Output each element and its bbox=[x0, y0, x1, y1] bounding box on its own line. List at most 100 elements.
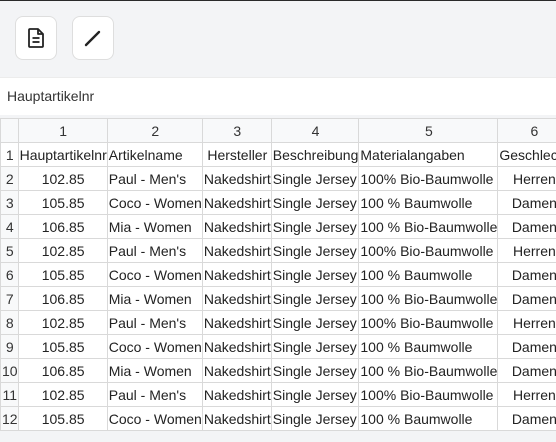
grid-cell[interactable]: 106.85 bbox=[17, 214, 108, 239]
grid-cell[interactable]: 102.85 bbox=[17, 238, 108, 263]
grid-cell[interactable]: 100% Bio-Baumwolle bbox=[358, 382, 499, 407]
row-header[interactable]: 11 bbox=[0, 382, 19, 407]
grid-cell[interactable]: Artikelname bbox=[106, 142, 203, 167]
grid-cell[interactable]: Nakedshirt bbox=[201, 382, 272, 407]
edit-button[interactable] bbox=[72, 16, 114, 60]
grid-cell[interactable]: Nakedshirt bbox=[201, 238, 272, 263]
grid-cell[interactable]: Single Jersey bbox=[270, 310, 360, 335]
grid-cell[interactable]: Materialangaben bbox=[358, 142, 499, 167]
grid-cell[interactable]: Single Jersey bbox=[270, 262, 360, 287]
grid-cell[interactable]: Single Jersey bbox=[270, 286, 360, 311]
grid-cell[interactable]: Paul - Men's bbox=[106, 310, 203, 335]
grid-cell[interactable]: 106.85 bbox=[17, 358, 108, 383]
grid-cell[interactable]: Mia - Women bbox=[106, 358, 203, 383]
grid-cell[interactable]: Paul - Men's bbox=[106, 166, 203, 191]
grid-cell[interactable]: 105.85 bbox=[17, 190, 108, 215]
column-header[interactable]: 4 bbox=[270, 118, 360, 143]
grid-cell[interactable]: 102.85 bbox=[17, 166, 108, 191]
grid-cell[interactable]: Nakedshirt bbox=[201, 358, 272, 383]
grid-cell[interactable]: Nakedshirt bbox=[201, 334, 272, 359]
row-header[interactable]: 7 bbox=[0, 286, 19, 311]
document-button[interactable] bbox=[15, 16, 57, 60]
grid-cell[interactable]: Beschreibung bbox=[270, 142, 360, 167]
grid-cell[interactable]: Paul - Men's bbox=[106, 382, 203, 407]
grid-cell[interactable]: Damen bbox=[497, 406, 556, 431]
grid-cell[interactable]: 100 % Bio-Baumwolle bbox=[358, 214, 499, 239]
grid-cell[interactable]: Damen bbox=[497, 262, 556, 287]
grid-cell[interactable]: 100% Bio-Baumwolle bbox=[358, 166, 499, 191]
spreadsheet-grid: 1 2 3 4 5 6 1 Hauptartikelnr Artikelname He… bbox=[0, 118, 556, 431]
grid-cell[interactable]: Coco - Women bbox=[106, 334, 203, 359]
grid-cell[interactable]: 100 % Baumwolle bbox=[358, 406, 499, 431]
row-header[interactable]: 3 bbox=[0, 190, 19, 215]
grid-cell[interactable]: 106.85 bbox=[17, 286, 108, 311]
grid-cell[interactable]: Damen bbox=[497, 214, 556, 239]
grid-cell[interactable]: Nakedshirt bbox=[201, 190, 272, 215]
grid-cell[interactable]: Coco - Women bbox=[106, 190, 203, 215]
grid-cell[interactable]: Single Jersey bbox=[270, 238, 360, 263]
grid-cell[interactable]: Hersteller bbox=[201, 142, 272, 167]
column-header[interactable]: 5 bbox=[358, 118, 499, 143]
table-row: 6 105.85 Coco - Women Nakedshirt Single Jers… bbox=[0, 262, 556, 287]
grid-cell[interactable]: Coco - Women bbox=[106, 262, 203, 287]
grid-cell[interactable]: Single Jersey bbox=[270, 358, 360, 383]
grid-cell[interactable]: 100% Bio-Baumwolle bbox=[358, 238, 499, 263]
row-header[interactable]: 12 bbox=[0, 406, 19, 431]
grid-cell[interactable]: Coco - Women bbox=[106, 406, 203, 431]
grid-cell[interactable]: Nakedshirt bbox=[201, 406, 272, 431]
table-row: 3 105.85 Coco - Women Nakedshirt Single Jers… bbox=[0, 190, 556, 215]
grid-cell[interactable]: Hauptartikelnr bbox=[17, 142, 108, 167]
column-header[interactable]: 6 bbox=[497, 118, 556, 143]
row-header[interactable]: 1 bbox=[0, 142, 19, 167]
grid-cell[interactable]: Paul - Men's bbox=[106, 238, 203, 263]
grid-cell[interactable]: Single Jersey bbox=[270, 166, 360, 191]
grid-cell[interactable]: Herren bbox=[497, 310, 556, 335]
grid-cell[interactable]: Mia - Women bbox=[106, 286, 203, 311]
grid-cell[interactable]: 100 % Bio-Baumwolle bbox=[358, 286, 499, 311]
grid-cell[interactable]: Single Jersey bbox=[270, 334, 360, 359]
grid-cell[interactable]: Nakedshirt bbox=[201, 262, 272, 287]
grid-cell[interactable]: 100 % Bio-Baumwolle bbox=[358, 358, 499, 383]
row-header[interactable]: 4 bbox=[0, 214, 19, 239]
row-header[interactable]: 8 bbox=[0, 310, 19, 335]
grid-cell[interactable]: Single Jersey bbox=[270, 406, 360, 431]
column-header[interactable]: 1 bbox=[17, 118, 108, 143]
table-row: 5 102.85 Paul - Men's Nakedshirt Single Jers… bbox=[0, 238, 556, 263]
grid-cell[interactable]: Single Jersey bbox=[270, 214, 360, 239]
column-header[interactable]: 2 bbox=[106, 118, 203, 143]
grid-cell[interactable]: 105.85 bbox=[17, 334, 108, 359]
grid-cell[interactable]: 105.85 bbox=[17, 262, 108, 287]
grid-cell[interactable]: Nakedshirt bbox=[201, 286, 272, 311]
grid-cell[interactable]: 100% Bio-Baumwolle bbox=[358, 310, 499, 335]
row-header[interactable]: 5 bbox=[0, 238, 19, 263]
grid-cell[interactable]: Single Jersey bbox=[270, 190, 360, 215]
row-header[interactable]: 9 bbox=[0, 334, 19, 359]
grid-cell[interactable]: Single Jersey bbox=[270, 382, 360, 407]
table-row: 9 105.85 Coco - Women Nakedshirt Single Jers… bbox=[0, 334, 556, 359]
grid-cell[interactable]: Damen bbox=[497, 334, 556, 359]
grid-cell[interactable]: 100 % Baumwolle bbox=[358, 262, 499, 287]
grid-cell[interactable]: 105.85 bbox=[17, 406, 108, 431]
column-header[interactable]: 3 bbox=[201, 118, 272, 143]
grid-cell[interactable]: Mia - Women bbox=[106, 214, 203, 239]
grid-cell[interactable]: Nakedshirt bbox=[201, 166, 272, 191]
row-header[interactable]: 6 bbox=[0, 262, 19, 287]
grid-cell[interactable]: Herren bbox=[497, 382, 556, 407]
row-header[interactable]: 2 bbox=[0, 166, 19, 191]
grid-cell[interactable]: Herren bbox=[497, 166, 556, 191]
grid-cell[interactable]: 102.85 bbox=[17, 382, 108, 407]
grid-cell[interactable]: Nakedshirt bbox=[201, 214, 272, 239]
row-header[interactable]: 10 bbox=[0, 358, 19, 383]
grid-cell[interactable]: 102.85 bbox=[17, 310, 108, 335]
grid-cell[interactable]: Geschlecht bbox=[497, 142, 556, 167]
grid-cell[interactable]: Herren bbox=[497, 238, 556, 263]
grid-cell[interactable]: 100 % Baumwolle bbox=[358, 334, 499, 359]
grid-cell[interactable]: Damen bbox=[497, 286, 556, 311]
pencil-icon bbox=[84, 30, 101, 47]
grid-cell[interactable]: Damen bbox=[497, 358, 556, 383]
grid-cell[interactable]: Damen bbox=[497, 190, 556, 215]
formula-bar[interactable]: Hauptartikelnr bbox=[0, 77, 556, 115]
corner-cell[interactable] bbox=[0, 118, 19, 143]
grid-cell[interactable]: 100 % Baumwolle bbox=[358, 190, 499, 215]
grid-cell[interactable]: Nakedshirt bbox=[201, 310, 272, 335]
